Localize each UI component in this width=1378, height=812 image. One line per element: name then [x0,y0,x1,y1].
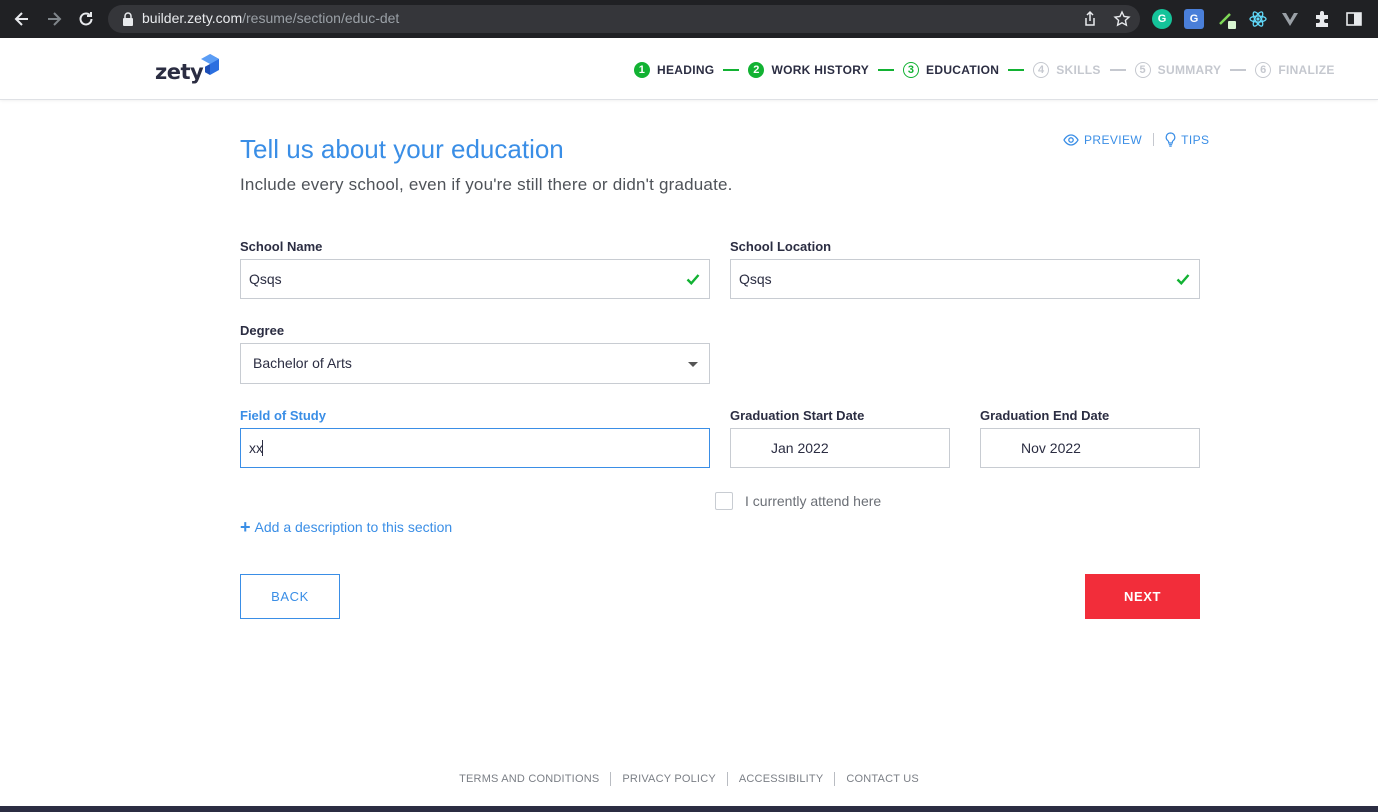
url-text: builder.zety.com/resume/section/educ-det [142,10,400,26]
vue-devtools-icon[interactable] [1280,9,1300,29]
back-arrow-icon[interactable] [12,9,32,29]
address-bar[interactable]: builder.zety.com/resume/section/educ-det [108,5,1140,33]
grad-start-value: Jan 2022 [771,440,829,456]
step-label: WORK HISTORY [771,63,870,77]
degree-select[interactable]: Bachelor of Arts [240,343,710,384]
step-heading[interactable]: 1 HEADING [634,62,714,78]
progress-steps: 1 HEADING 2 WORK HISTORY 3 EDUCATION 4 S… [634,61,1335,79]
privacy-link[interactable]: PRIVACY POLICY [611,772,728,786]
terms-link[interactable]: TERMS AND CONDITIONS [448,772,612,786]
accessibility-link[interactable]: ACCESSIBILITY [728,772,836,786]
tips-label: TIPS [1181,132,1210,147]
degree-label: Degree [240,323,285,338]
grad-start-label: Graduation Start Date [730,408,865,423]
currently-attend-label[interactable]: I currently attend here [745,493,881,509]
step-summary: 5 SUMMARY [1134,62,1222,78]
step-label: HEADING [657,63,715,77]
step-connector [1008,69,1025,71]
bookmark-star-icon[interactable] [1113,10,1131,28]
next-button[interactable]: NEXT [1085,574,1200,619]
grad-end-label: Graduation End Date [980,408,1110,423]
step-connector [1109,69,1126,71]
step-label: SKILLS [1056,63,1101,77]
step-number: 2 [748,62,765,78]
footer: TERMS AND CONDITIONS PRIVACY POLICY ACCE… [0,772,1378,786]
pen-extension-icon[interactable] [1216,9,1236,29]
link-divider [1153,133,1155,146]
school-location-input[interactable] [730,259,1200,299]
tips-link[interactable]: TIPS [1165,132,1209,147]
extensions-puzzle-icon[interactable] [1312,9,1332,29]
forward-arrow-icon[interactable] [44,9,64,29]
school-location-label: School Location [730,239,832,254]
grammarly-extension-icon[interactable]: G [1152,9,1172,29]
chevron-down-icon [688,362,698,367]
bottom-strip [0,806,1378,812]
step-label: SUMMARY [1157,63,1222,77]
step-number: 6 [1255,62,1272,78]
school-name-label: School Name [240,239,323,254]
share-icon[interactable] [1081,10,1099,28]
grad-end-date-picker[interactable]: Nov 2022 [980,428,1200,468]
grad-start-date-picker[interactable]: Jan 2022 [730,428,950,468]
text-cursor [262,440,263,456]
site-header: zety 1 HEADING 2 WORK HISTORY 3 EDUCATIO… [0,38,1378,100]
logo-cube-icon [201,54,219,75]
step-connector [723,69,740,71]
plus-icon: + [240,517,251,537]
step-skills: 4 SKILLS [1033,62,1100,78]
valid-check-icon [1176,274,1190,285]
step-number: 4 [1033,62,1050,78]
add-description-link[interactable]: + Add a description to this section [240,517,453,537]
react-devtools-icon[interactable] [1248,9,1268,29]
field-of-study-input[interactable] [240,428,710,468]
back-button[interactable]: BACK [240,574,340,619]
logo-text: zety [155,60,204,84]
translate-extension-icon[interactable]: G [1184,9,1204,29]
step-education[interactable]: 3 EDUCATION [903,62,999,78]
reload-icon[interactable] [76,9,96,29]
side-panel-icon[interactable] [1344,9,1364,29]
currently-attend-checkbox[interactable] [715,492,733,510]
page-title: Tell us about your education [240,134,564,164]
school-name-input[interactable] [240,259,710,299]
degree-selected-value: Bachelor of Arts [253,355,352,371]
eye-icon [1063,133,1079,146]
grad-end-value: Nov 2022 [1021,440,1081,456]
valid-check-icon [686,274,700,285]
step-label: EDUCATION [926,63,1000,77]
browser-toolbar: builder.zety.com/resume/section/educ-det… [0,0,1378,38]
preview-label: PREVIEW [1084,132,1143,147]
step-number: 5 [1134,62,1151,78]
step-work-history[interactable]: 2 WORK HISTORY [748,62,869,78]
preview-link[interactable]: PREVIEW [1063,133,1142,147]
step-number: 1 [634,62,650,78]
page-subtitle: Include every school, even if you're sti… [240,175,733,194]
lightbulb-icon [1165,132,1176,147]
step-connector [878,69,895,71]
lock-icon [123,12,133,26]
top-links: PREVIEW TIPS [1063,132,1209,147]
contact-link[interactable]: CONTACT US [835,772,930,786]
field-of-study-label: Field of Study [240,408,326,423]
step-label: FINALIZE [1278,63,1335,77]
add-description-label: Add a description to this section [254,519,453,535]
step-connector [1230,69,1247,71]
step-finalize: 6 FINALIZE [1255,62,1334,78]
step-number: 3 [903,62,920,78]
